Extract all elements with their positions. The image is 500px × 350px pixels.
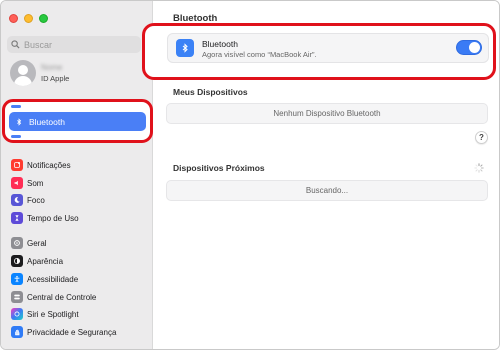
sidebar-item-siri-e-spotlight[interactable]: Siri e Spotlight: [11, 307, 79, 321]
sidebar-item-aparencia[interactable]: Aparência: [11, 254, 63, 268]
siri-icon: [11, 308, 23, 320]
bluetooth-toggle[interactable]: [456, 40, 482, 55]
screen-time-icon: [11, 212, 23, 224]
notifications-icon: [11, 159, 23, 171]
nearby-status-text: Buscando...: [305, 186, 349, 195]
sidebar-item-label: Acessibilidade: [27, 274, 79, 284]
sidebar-item-label: Geral: [27, 238, 47, 248]
bluetooth-icon: [176, 39, 194, 57]
accessibility-icon: [11, 273, 23, 285]
nearby-devices-list: Buscando...: [166, 180, 488, 201]
sidebar-item-acessibilidade[interactable]: Acessibilidade: [11, 272, 78, 286]
search-field[interactable]: [7, 36, 141, 53]
bluetooth-status-text: Agora visível como “MacBook Air”.: [202, 50, 317, 59]
bluetooth-toggle-card: Bluetooth Agora visível como “MacBook Ai…: [167, 33, 489, 63]
sound-icon: [11, 177, 23, 189]
bluetooth-name: Bluetooth: [202, 39, 238, 49]
sidebar-item-label: Siri e Spotlight: [27, 309, 79, 319]
sidebar-item-label: Central de Controle: [27, 292, 97, 302]
general-icon: [11, 237, 23, 249]
account-name: Nome: [41, 63, 63, 72]
control-center-icon: [11, 291, 23, 303]
sidebar-item-tempo-de-uso[interactable]: Tempo de Uso: [11, 211, 79, 225]
sidebar-item-label: Bluetooth: [29, 116, 65, 127]
bluetooth-icon: [13, 116, 25, 128]
help-button[interactable]: ?: [475, 131, 488, 144]
zoom-window-button[interactable]: [39, 14, 48, 23]
sidebar-item-central-de-controle[interactable]: Central de Controle: [11, 290, 96, 304]
sidebar-item-geral[interactable]: Geral: [11, 236, 47, 250]
account-subtitle: ID Apple: [41, 74, 70, 83]
traffic-lights: [9, 14, 48, 23]
sidebar-item-som[interactable]: Som: [11, 176, 43, 190]
sidebar-item-label: Tempo de Uso: [27, 213, 79, 223]
selection-edge-top: [11, 105, 21, 108]
selection-edge-bottom: [11, 135, 21, 138]
sidebar-item-label: Foco: [27, 195, 45, 205]
focus-icon: [11, 194, 23, 206]
settings-window: Nome ID Apple Bluetooth Notificações Som: [0, 0, 500, 350]
sidebar: Nome ID Apple Bluetooth Notificações Som: [1, 1, 153, 349]
sidebar-item-notificacoes[interactable]: Notificações: [11, 158, 71, 172]
my-devices-empty-text: Nenhum Dispositivo Bluetooth: [273, 109, 381, 118]
sidebar-item-label: Privacidade e Segurança: [27, 327, 117, 337]
search-input[interactable]: [24, 39, 134, 50]
sidebar-item-privacidade-e-seguranca[interactable]: Privacidade e Segurança: [11, 325, 116, 339]
my-devices-list: Nenhum Dispositivo Bluetooth: [166, 103, 488, 124]
sidebar-item-bluetooth[interactable]: Bluetooth: [9, 112, 146, 131]
nearby-devices-title: Dispositivos Próximos: [173, 163, 265, 173]
minimize-window-button[interactable]: [24, 14, 33, 23]
apple-id-account[interactable]: Nome ID Apple: [10, 60, 69, 86]
sidebar-item-label: Som: [27, 178, 44, 188]
sidebar-item-label: Notificações: [27, 160, 71, 170]
search-icon: [11, 40, 20, 49]
close-window-button[interactable]: [9, 14, 18, 23]
avatar: [10, 60, 36, 86]
loading-spinner-icon: [474, 163, 484, 173]
appearance-icon: [11, 255, 23, 267]
my-devices-title: Meus Dispositivos: [173, 87, 248, 97]
toggle-knob: [469, 42, 480, 53]
privacy-hand-icon: [11, 326, 23, 338]
sidebar-item-label: Aparência: [27, 256, 64, 266]
sidebar-item-foco[interactable]: Foco: [11, 193, 45, 207]
main-pane: Bluetooth Bluetooth Agora visível como “…: [142, 1, 499, 349]
